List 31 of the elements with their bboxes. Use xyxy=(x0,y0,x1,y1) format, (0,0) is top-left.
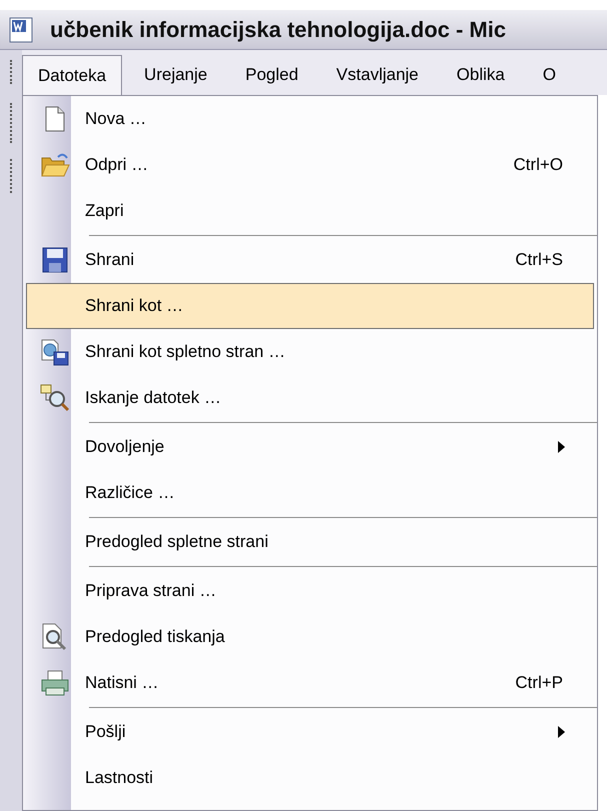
menu-item[interactable]: Shrani Ctrl+S xyxy=(26,237,594,283)
menu-bar-item[interactable]: Pogled xyxy=(229,55,314,95)
menu-bar-item[interactable]: Urejanje xyxy=(128,55,224,95)
menu-item[interactable]: Shrani kot … xyxy=(26,283,594,329)
window-title: učbenik informacijska tehnologija.doc - Mic xyxy=(50,16,506,44)
file-search-icon xyxy=(40,384,70,412)
menu-bar-item[interactable]: Datoteka xyxy=(22,55,122,95)
menu-item[interactable]: Lastnosti xyxy=(26,755,594,801)
menu-item[interactable]: Odpri … Ctrl+O xyxy=(26,142,594,188)
print-preview-icon xyxy=(41,623,69,651)
menu-item[interactable]: Predogled spletne strani xyxy=(26,519,594,565)
menu-bar-item[interactable]: O xyxy=(526,55,572,95)
toolbar-grip[interactable] xyxy=(10,60,12,84)
menu-item[interactable]: Nova … xyxy=(26,96,594,142)
menu-item[interactable]: Dovoljenje xyxy=(26,424,594,470)
folder-icon xyxy=(40,152,70,178)
menu-bar-item[interactable]: Vstavljanje xyxy=(320,55,435,95)
toolbar-grip[interactable] xyxy=(10,159,12,193)
menu-item[interactable]: Natisni … Ctrl+P xyxy=(26,660,594,706)
menu-item[interactable]: Priprava strani … xyxy=(26,568,594,614)
page-icon xyxy=(45,106,65,132)
globe-disk-icon xyxy=(40,338,70,366)
menu-item[interactable]: Shrani kot spletno stran … xyxy=(26,329,594,375)
menu-item[interactable]: Zapri xyxy=(26,188,594,234)
printer-icon xyxy=(40,670,70,696)
menu-bar-item[interactable]: Oblika xyxy=(440,55,521,95)
toolbar-grip[interactable] xyxy=(10,103,12,143)
menu-item[interactable]: Pošlji xyxy=(26,709,594,755)
menu-item[interactable]: Iskanje datotek … xyxy=(26,375,594,421)
menu-item[interactable]: Predogled tiskanja xyxy=(26,614,594,660)
menu-item[interactable]: Različice … xyxy=(26,470,594,516)
